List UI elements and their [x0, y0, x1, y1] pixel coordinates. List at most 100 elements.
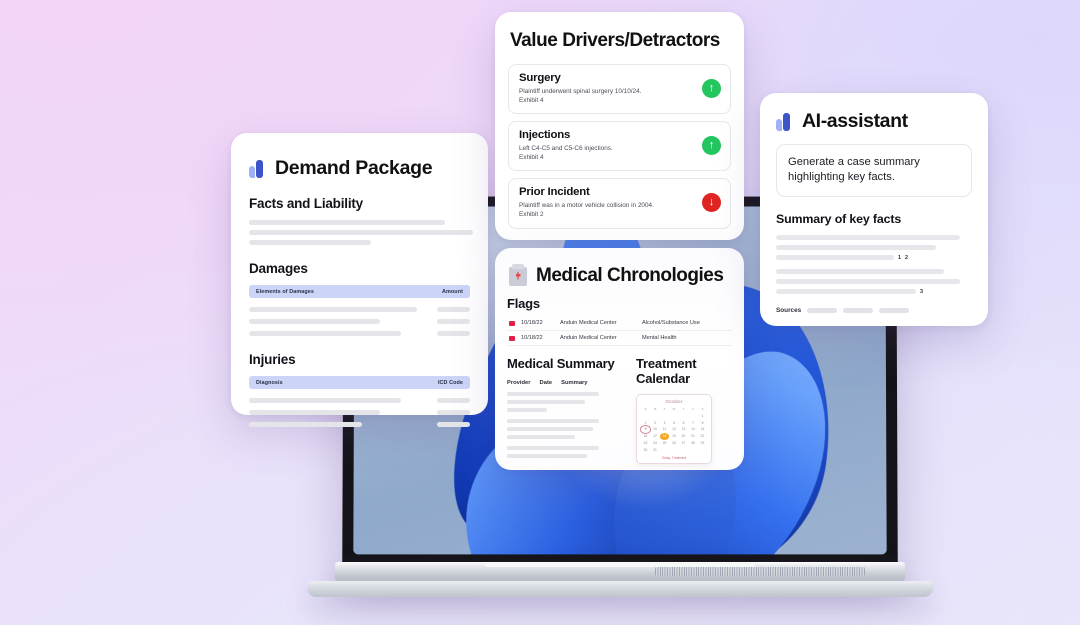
- flags-table: 10/18/22 Anduin Medical Center Alcohol/S…: [507, 316, 732, 346]
- value-item-name: Surgery: [519, 72, 561, 84]
- table-row[interactable]: 10/18/22 Anduin Medical Center Alcohol/S…: [507, 316, 732, 331]
- value-drivers-card[interactable]: Value Drivers/Detractors Surgery Plainti…: [495, 12, 744, 240]
- calendar-day[interactable]: 27: [679, 440, 688, 446]
- section-heading-facts: Facts and Liability: [249, 196, 363, 211]
- calendar-day[interactable]: 21: [689, 433, 698, 439]
- medical-summary-lines: [507, 392, 624, 459]
- calendar-weekday: T: [682, 407, 685, 412]
- source-chip[interactable]: [879, 307, 910, 313]
- value-item-name: Injections: [519, 129, 571, 142]
- value-drivers-title: Value Drivers/Detractors: [510, 30, 720, 51]
- treatment-calendar[interactable]: October SMTWTFS 1 2 3 4 5 6 7 8 9 10 11 12 13 14 15 16 1…: [636, 394, 712, 464]
- injuries-table-rows: [249, 398, 470, 427]
- citation-row: 3: [776, 289, 972, 295]
- flag-category: Mental Health: [642, 335, 677, 341]
- calendar-day[interactable]: 22: [698, 433, 707, 439]
- calendar-day[interactable]: 14: [689, 426, 698, 432]
- calendar-day[interactable]: 17: [651, 433, 660, 439]
- calendar-weekday: F: [692, 407, 694, 412]
- ai-assistant-title: AI-assistant: [802, 110, 908, 132]
- section-heading-injuries: Injuries: [249, 352, 296, 367]
- treatment-calendar-heading: Treatment Calendar: [636, 356, 697, 387]
- calendar-day[interactable]: 12: [670, 426, 679, 432]
- laptop-foot: [307, 581, 933, 597]
- calendar-blank: [670, 413, 679, 419]
- damages-table-rows: [249, 307, 470, 336]
- calendar-day[interactable]: 25: [660, 440, 669, 446]
- ai-assistant-title-row: AI-assistant: [776, 110, 988, 133]
- calendar-day[interactable]: 15: [698, 426, 707, 432]
- summary-col-provider: Provider: [507, 380, 531, 387]
- source-chip[interactable]: [843, 307, 874, 313]
- calendar-day[interactable]: 30: [641, 447, 650, 453]
- calendar-day[interactable]: 20: [679, 433, 688, 439]
- flag-date: 10/18/22: [521, 335, 543, 341]
- anduin-logo-icon: [249, 159, 266, 178]
- red-flag-icon: [509, 335, 515, 341]
- calendar-day[interactable]: 6: [679, 420, 688, 426]
- source-chip[interactable]: [807, 307, 838, 313]
- table-row[interactable]: 10/18/22 Anduin Medical Center Mental He…: [507, 331, 732, 346]
- calendar-day[interactable]: 13: [679, 426, 688, 432]
- facts-placeholder-lines: [249, 220, 488, 245]
- flags-heading: Flags: [507, 296, 540, 311]
- demand-package-title: Demand Package: [275, 157, 433, 179]
- calendar-day[interactable]: 1: [698, 413, 707, 419]
- calendar-day[interactable]: 23: [641, 440, 650, 446]
- calendar-day[interactable]: 7: [689, 420, 698, 426]
- ai-prompt-input[interactable]: Generate a case summary highlighting key…: [776, 144, 972, 197]
- red-flag-icon: [509, 320, 515, 326]
- ai-assistant-card[interactable]: AI-assistant Generate a case summary hig…: [760, 93, 988, 326]
- list-item[interactable]: Injections Left C4-C5 and C5-C6 injectio…: [508, 121, 731, 172]
- citation-marker[interactable]: 2: [905, 255, 908, 261]
- calendar-day[interactable]: 11: [660, 426, 669, 432]
- calendar-day[interactable]: 4: [660, 420, 669, 426]
- calendar-day[interactable]: 29: [698, 440, 707, 446]
- calendar-day[interactable]: 28: [689, 440, 698, 446]
- value-drivers-list: Surgery Plaintiff underwent spinal surge…: [508, 64, 731, 229]
- table-row: [249, 319, 470, 324]
- calendar-day[interactable]: 8: [698, 420, 707, 426]
- calendar-blank: [641, 413, 650, 419]
- calendar-day[interactable]: 16: [641, 433, 650, 439]
- calendar-weekday: S: [644, 407, 647, 412]
- list-item[interactable]: Prior Incident Plaintiff was in a motor …: [508, 178, 731, 229]
- calendar-day[interactable]: 3: [651, 420, 660, 426]
- summary-col-summary: Summary: [561, 380, 588, 387]
- calendar-blank: [679, 413, 688, 419]
- value-item-exhibit: Exhibit 4: [519, 154, 544, 162]
- calendar-weekday: T: [663, 407, 666, 412]
- damages-table-header: Elements of Damages Amount: [249, 285, 470, 298]
- calendar-day[interactable]: 9: [640, 425, 651, 434]
- treatment-calendar-column: Treatment Calendar October SMTWTFS 12345…: [636, 356, 732, 464]
- anduin-logo-icon: [776, 112, 793, 131]
- calendar-blank: [660, 413, 669, 419]
- medical-chronologies-card[interactable]: Medical Chronologies Flags 10/18/22 Andu…: [495, 248, 744, 470]
- calendar-grid[interactable]: SMTWTFS 1 2 3 4 5 6 7 8 9 10 11 12 13 14 15 16 17 18 19 20 2…: [640, 407, 707, 453]
- table-row: [249, 307, 470, 312]
- calendar-day[interactable]: 31: [651, 447, 660, 453]
- list-item[interactable]: Surgery Plaintiff underwent spinal surge…: [508, 64, 731, 115]
- calendar-weekday: W: [672, 407, 676, 412]
- calendar-legend: Today: Treatment: [661, 455, 687, 460]
- value-item-detail: Plaintiff was in a motor vehicle collisi…: [519, 202, 654, 210]
- calendar-weekday: S: [701, 407, 704, 412]
- screenshot-stage: Demand Package Facts and Liability Damag…: [0, 0, 1080, 625]
- calendar-day[interactable]: 18: [660, 433, 669, 440]
- demand-package-card[interactable]: Demand Package Facts and Liability Damag…: [231, 133, 488, 427]
- medical-columns: Medical Summary Provider Date Summary Tr…: [507, 356, 732, 464]
- medical-summary-column: Medical Summary Provider Date Summary: [507, 356, 624, 464]
- citation-marker[interactable]: 1: [898, 255, 901, 261]
- calendar-day[interactable]: 26: [670, 440, 679, 446]
- calendar-day[interactable]: 24: [651, 440, 660, 446]
- citation-row: 1 2: [776, 255, 972, 261]
- arrow-down-circle-icon: ↓: [702, 193, 721, 213]
- table-row: [249, 331, 470, 336]
- citation-marker[interactable]: 3: [920, 289, 923, 295]
- calendar-day[interactable]: 2: [641, 420, 650, 426]
- calendar-day[interactable]: 5: [670, 420, 679, 426]
- calendar-day[interactable]: 19: [670, 433, 679, 439]
- injuries-table-header: Diagnosis ICD Code: [249, 376, 470, 389]
- calendar-day[interactable]: 10: [651, 426, 660, 432]
- sources-label: Sources: [776, 306, 802, 314]
